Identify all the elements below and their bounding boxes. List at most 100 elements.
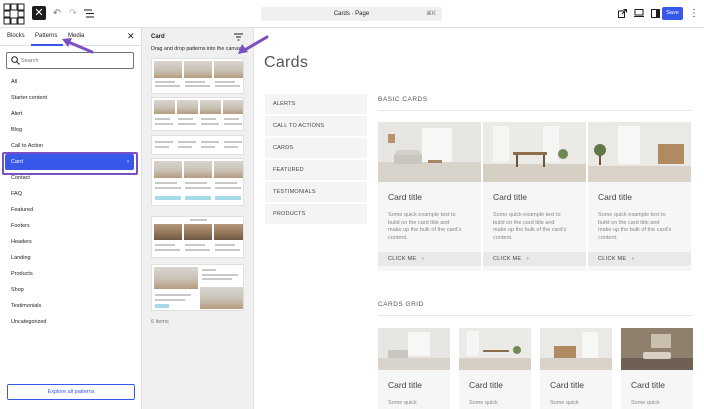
tab-media[interactable]: Media bbox=[68, 33, 84, 39]
category-products[interactable]: Products bbox=[0, 266, 141, 282]
category-featured[interactable]: Featured bbox=[0, 202, 141, 218]
category-card[interactable]: Card › bbox=[5, 154, 134, 170]
pattern-text-line bbox=[224, 141, 242, 143]
chevron-right-icon: › bbox=[127, 159, 129, 165]
category-uncategorized[interactable]: Uncategorized bbox=[0, 314, 141, 330]
card-text-line: make up the bulk of the card's bbox=[388, 227, 462, 233]
pattern-text-line bbox=[155, 182, 177, 184]
card-title: Card title bbox=[388, 192, 423, 202]
tab-blocks[interactable]: Blocks bbox=[7, 33, 25, 39]
pattern-count: 6 items bbox=[151, 319, 169, 325]
pattern-thumbnail bbox=[184, 161, 212, 178]
nav-item-products[interactable]: PRODUCTS bbox=[265, 204, 367, 224]
basic-card[interactable]: Card title Some quick example text to bu… bbox=[378, 122, 481, 271]
pattern-preview[interactable] bbox=[151, 264, 244, 311]
grid-card[interactable]: Card title Some quick bbox=[459, 328, 531, 409]
pattern-text-line bbox=[185, 182, 207, 184]
view-page-icon[interactable] bbox=[615, 6, 629, 20]
nav-item-alerts[interactable]: ALERTS bbox=[265, 94, 367, 114]
nav-item-cards[interactable]: CARDS bbox=[265, 138, 367, 158]
card-text: Some quick example text to build on the … bbox=[493, 212, 566, 242]
card-image bbox=[459, 328, 531, 370]
category-footers[interactable]: Footers bbox=[0, 218, 141, 234]
editor-canvas[interactable]: Cards ALERTS CALL TO ACTIONS CARDS FEATU… bbox=[255, 28, 704, 409]
pattern-text-line bbox=[178, 118, 193, 120]
card-text-line: Some quick example text to bbox=[388, 212, 456, 218]
click-me-button[interactable]: CLICK ME › bbox=[378, 252, 481, 266]
card-image bbox=[483, 122, 586, 182]
pattern-text-line bbox=[224, 146, 238, 148]
cards-grid-heading: CARDS GRID bbox=[378, 301, 424, 308]
search-input[interactable] bbox=[21, 54, 131, 67]
chevron-right-icon: › bbox=[628, 256, 635, 262]
site-logo-icon[interactable] bbox=[0, 0, 28, 28]
category-starter-content[interactable]: Starter content bbox=[0, 90, 141, 106]
pattern-preview[interactable] bbox=[151, 216, 244, 258]
card-text-line: make up the bulk of the card's bbox=[493, 227, 567, 233]
card-title: Card title bbox=[631, 380, 666, 390]
category-call-to-action[interactable]: Call to Action bbox=[0, 138, 141, 154]
page-title[interactable]: Cards bbox=[264, 54, 308, 72]
pattern-text-line bbox=[185, 81, 205, 83]
basic-card[interactable]: Card title Some quick example text to bu… bbox=[483, 122, 586, 271]
save-button[interactable]: Save bbox=[662, 7, 683, 20]
redo-icon[interactable]: ↷ bbox=[66, 6, 80, 20]
category-blog[interactable]: Blog bbox=[0, 122, 141, 138]
pattern-thumbnail bbox=[154, 267, 198, 289]
pattern-text-line bbox=[201, 118, 216, 120]
pattern-text-line bbox=[185, 249, 210, 251]
card-text: Some quick bbox=[550, 400, 579, 406]
options-more-icon[interactable]: ⋮ bbox=[687, 6, 701, 20]
pattern-text-line bbox=[178, 141, 196, 143]
card-text-line: build on the card title and bbox=[493, 219, 555, 226]
section-divider bbox=[378, 110, 691, 111]
pattern-text-line bbox=[224, 118, 239, 120]
category-contact[interactable]: Contact bbox=[0, 170, 141, 186]
pattern-thumbnail bbox=[154, 161, 182, 178]
card-text-line: content. bbox=[598, 234, 618, 241]
category-all[interactable]: All bbox=[0, 74, 141, 90]
pattern-thumbnail bbox=[184, 224, 212, 240]
pattern-thumbnail bbox=[154, 100, 175, 114]
category-headers[interactable]: Headers bbox=[0, 234, 141, 250]
document-overview-icon[interactable] bbox=[82, 6, 96, 20]
card-text: Some quick bbox=[469, 400, 498, 406]
command-palette-bar[interactable]: Cards · Page ⌘K bbox=[261, 7, 442, 21]
close-inserter-icon[interactable]: ✕ bbox=[32, 6, 46, 20]
grid-card[interactable]: Card title Some quick bbox=[378, 328, 450, 409]
pattern-text-line bbox=[190, 219, 207, 221]
click-me-button[interactable]: CLICK ME › bbox=[588, 252, 691, 266]
pattern-preview[interactable] bbox=[151, 158, 244, 206]
category-faq[interactable]: FAQ bbox=[0, 186, 141, 202]
pattern-button bbox=[155, 304, 169, 308]
pattern-button bbox=[155, 196, 181, 200]
pattern-thumbnail bbox=[223, 100, 243, 114]
filter-icon[interactable] bbox=[234, 33, 243, 41]
undo-icon[interactable]: ↶ bbox=[50, 6, 64, 20]
pattern-text-line bbox=[155, 249, 180, 251]
tab-patterns[interactable]: Patterns bbox=[35, 33, 57, 39]
pattern-text-line bbox=[215, 187, 241, 189]
basic-card[interactable]: Card title Some quick example text to bu… bbox=[588, 122, 691, 271]
pattern-preview[interactable] bbox=[151, 97, 244, 131]
command-bar-title: Cards · Page bbox=[333, 11, 370, 17]
category-alert[interactable]: Alert bbox=[0, 106, 141, 122]
category-shop[interactable]: Shop bbox=[0, 282, 141, 298]
category-testimonials[interactable]: Testimonials bbox=[0, 298, 141, 314]
grid-card[interactable]: Card title Some quick bbox=[540, 328, 612, 409]
nav-item-testimonials[interactable]: TESTIMONIALS bbox=[265, 182, 367, 202]
command-shortcut: ⌘K bbox=[425, 11, 436, 17]
click-me-button[interactable]: CLICK ME › bbox=[483, 252, 586, 266]
explore-all-patterns-button[interactable]: Explore all patterns bbox=[7, 384, 135, 400]
nav-item-featured[interactable]: FEATURED bbox=[265, 160, 367, 180]
category-landing[interactable]: Landing bbox=[0, 250, 141, 266]
close-icon[interactable]: ✕ bbox=[127, 31, 135, 42]
settings-sidebar-icon[interactable] bbox=[648, 6, 662, 20]
card-image bbox=[621, 328, 693, 370]
card-text-line: make up the bulk of the card's bbox=[598, 227, 672, 233]
grid-card[interactable]: Card title Some quick bbox=[621, 328, 693, 409]
pattern-preview[interactable] bbox=[151, 58, 244, 94]
device-preview-icon[interactable] bbox=[632, 6, 646, 20]
nav-item-call-to-actions[interactable]: CALL TO ACTIONS bbox=[265, 116, 367, 136]
pattern-preview[interactable] bbox=[151, 135, 244, 155]
